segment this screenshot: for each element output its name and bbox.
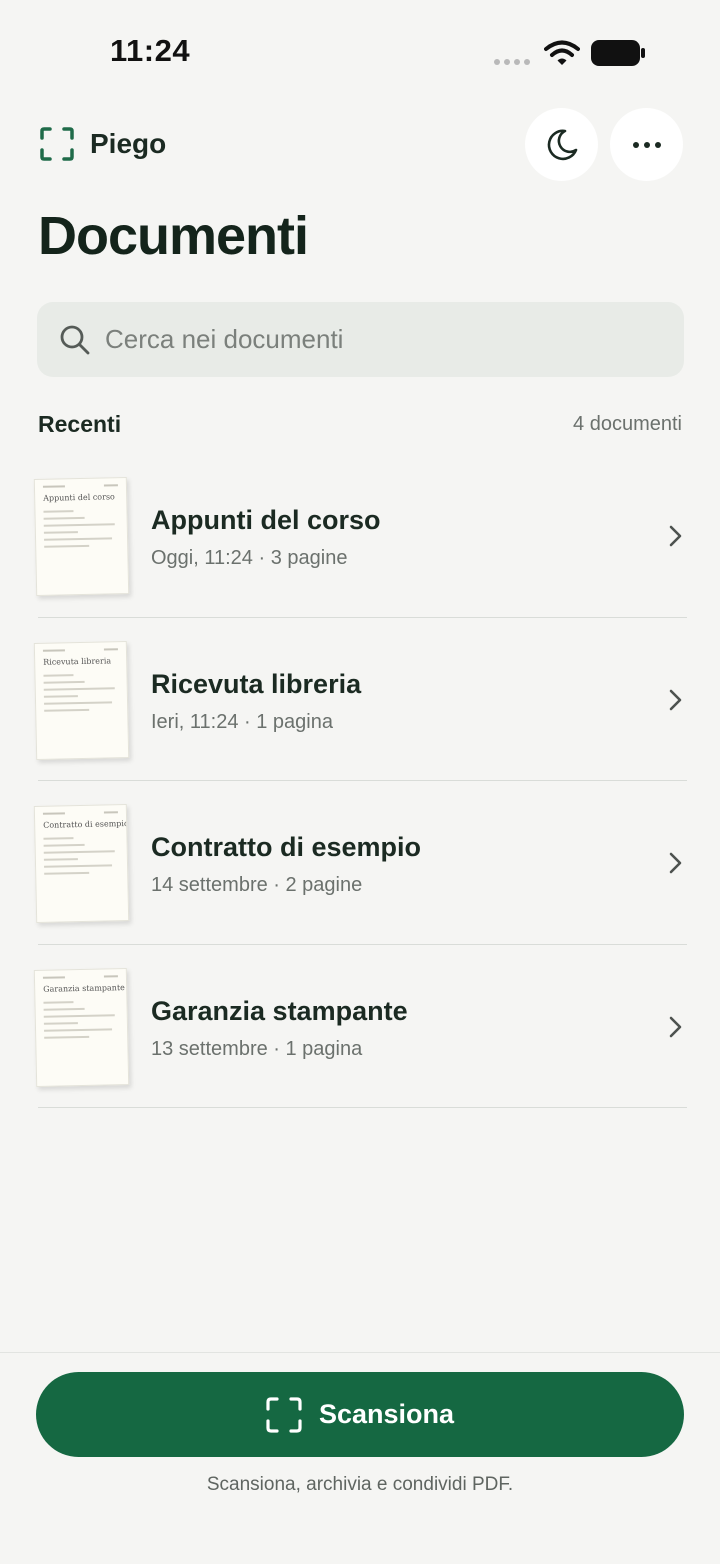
scan-button[interactable]: Scansiona xyxy=(36,1372,684,1457)
status-bar: 11:24 xyxy=(0,0,720,100)
battery-icon xyxy=(591,40,645,66)
document-thumbnail: Contratto di esempio xyxy=(33,804,130,923)
wifi-icon xyxy=(544,40,580,65)
page-title: Documenti xyxy=(38,206,309,266)
document-count: 4 documenti xyxy=(573,413,682,435)
scan-frame-icon xyxy=(40,127,74,161)
section-title: Recenti xyxy=(38,411,122,437)
document-meta: Oggi, 11:24 · 3 pagine xyxy=(151,547,348,569)
more-icon xyxy=(632,141,661,148)
document-title: Appunti del corso xyxy=(151,505,381,535)
cellular-signal-icon xyxy=(494,59,530,65)
search-box[interactable] xyxy=(37,302,684,377)
document-thumbnail: Garanzia stampante xyxy=(33,967,130,1087)
document-title: Contratto di esempio xyxy=(151,832,422,862)
status-time: 11:24 xyxy=(110,33,191,68)
brand: Piego xyxy=(40,126,166,162)
footer-text: Scansiona, archivia e condividi PDF. xyxy=(206,1474,514,1495)
bottom-divider xyxy=(0,1352,720,1353)
chevron-right-icon xyxy=(669,852,682,874)
document-meta: 13 settembre · 1 pagina xyxy=(151,1037,363,1060)
search-icon xyxy=(60,325,90,354)
document-row[interactable]: Contratto di esempio Contratto di esempi… xyxy=(0,781,720,945)
scan-button-label: Scansiona xyxy=(318,1399,455,1429)
document-title: Garanzia stampante xyxy=(151,995,408,1026)
divider xyxy=(38,1107,687,1108)
chevron-right-icon xyxy=(669,525,682,547)
moon-icon xyxy=(547,129,577,160)
chevron-right-icon xyxy=(669,1016,682,1037)
document-meta: Ieri, 11:24 · 1 pagina xyxy=(151,710,333,733)
brand-name: Piego xyxy=(90,128,167,159)
document-thumbnail: Ricevuta libreria xyxy=(33,640,130,760)
document-row[interactable]: Ricevuta libreria Ricevuta libreria Ieri… xyxy=(0,618,720,781)
document-row[interactable]: Garanzia stampante Garanzia stampante 13… xyxy=(0,945,720,1108)
chevron-right-icon xyxy=(669,689,682,710)
document-thumbnail: Appunti del corso xyxy=(33,477,130,596)
search-input[interactable] xyxy=(105,324,645,355)
document-row[interactable]: Appunti del corso Appunti del corso Oggi… xyxy=(0,454,720,618)
dark-mode-button[interactable] xyxy=(525,108,598,181)
document-meta: 14 settembre · 2 pagine xyxy=(151,874,363,896)
document-list: Appunti del corso Appunti del corso Oggi… xyxy=(0,454,720,1108)
document-title: Ricevuta libreria xyxy=(151,668,362,699)
more-options-button[interactable] xyxy=(610,108,683,181)
scan-frame-icon xyxy=(266,1396,302,1433)
